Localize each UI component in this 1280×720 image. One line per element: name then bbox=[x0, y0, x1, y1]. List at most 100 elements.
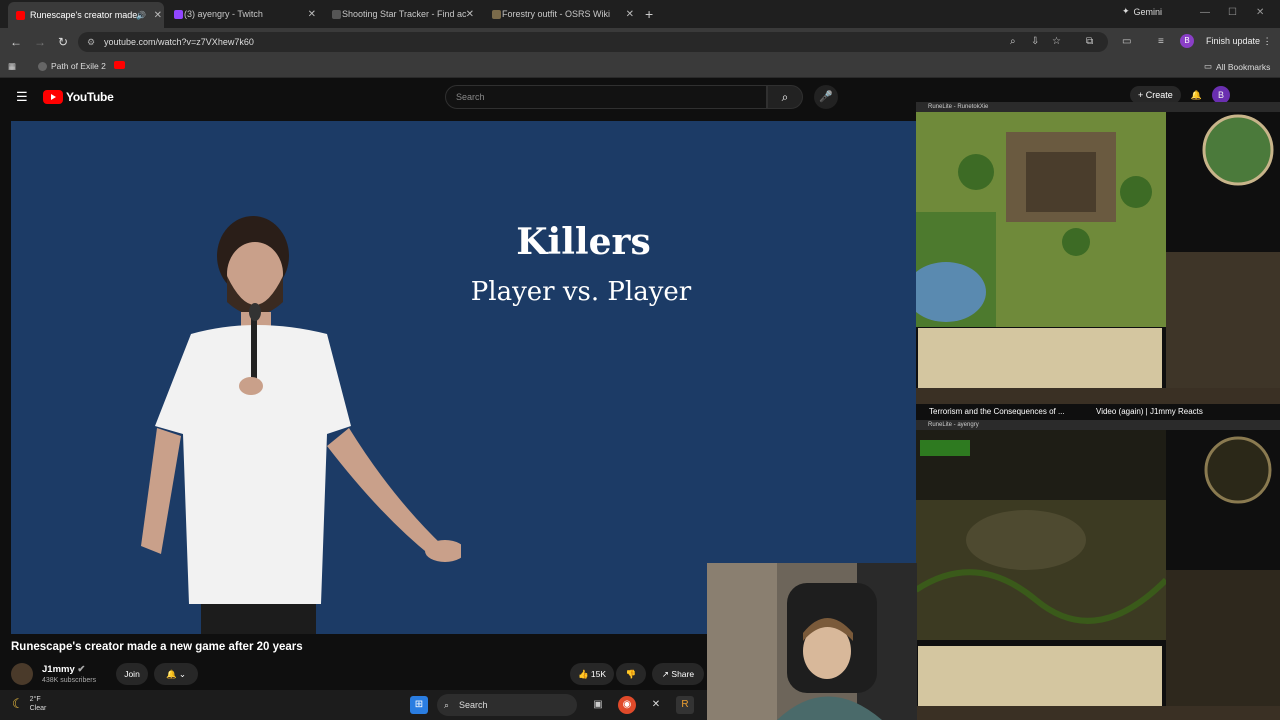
wiki-favicon-icon bbox=[492, 9, 501, 19]
close-tab-icon[interactable]: ✕ bbox=[154, 10, 162, 21]
notifications-icon[interactable]: 🔔 bbox=[1191, 90, 1202, 101]
bottom-stream-titlebar: RuneLite - ayengry bbox=[916, 420, 1280, 430]
browser-tab-bar: Runescape's creator made 🔊 ✕ (3) ayengry… bbox=[0, 0, 1280, 28]
media-icon[interactable]: ≡ bbox=[1158, 36, 1164, 47]
zoom-icon[interactable]: ⌕ bbox=[1010, 36, 1016, 47]
app-icon[interactable]: ✕ bbox=[647, 696, 665, 714]
like-button[interactable]: 👍 15K bbox=[570, 663, 614, 685]
tab-label: Shooting Star Tracker - Find ac bbox=[342, 9, 467, 19]
tab-osrs-wiki[interactable]: Forestry outfit - OSRS Wiki ✕ bbox=[488, 4, 636, 24]
close-tab-icon[interactable]: ✕ bbox=[626, 9, 634, 20]
all-bookmarks-label: All Bookmarks bbox=[1216, 61, 1271, 72]
tab-shooting-star[interactable]: Shooting Star Tracker - Find ac ✕ bbox=[328, 4, 476, 24]
menu-icon[interactable]: ☰ bbox=[16, 90, 28, 103]
dislike-button[interactable]: 👎 bbox=[616, 663, 646, 685]
more-icon[interactable]: ⋮ bbox=[1263, 36, 1272, 46]
new-tab-icon[interactable]: + bbox=[645, 6, 653, 22]
stream-tile-right[interactable]: Video (again) | J1mmy Reacts bbox=[1096, 407, 1203, 416]
taskbar-search[interactable]: ⌕ Search bbox=[437, 694, 577, 716]
bell-icon: 🔔 bbox=[165, 669, 177, 679]
weather-widget[interactable]: ☾ 2°F Clear bbox=[12, 695, 46, 713]
channel-avatar[interactable] bbox=[11, 663, 33, 685]
runelite-icon[interactable]: R bbox=[676, 696, 694, 714]
youtube-favicon-icon bbox=[16, 10, 25, 20]
finish-update-button[interactable]: Finish update ⋮ bbox=[1206, 36, 1272, 47]
search-button[interactable]: ⌕ bbox=[767, 85, 803, 109]
gemini-icon: ✦ bbox=[1122, 6, 1130, 16]
minimize-icon[interactable]: — bbox=[1200, 7, 1210, 18]
shooting-star-favicon-icon bbox=[332, 9, 341, 19]
stream-tile-left[interactable]: Terrorism and the Consequences of ... bbox=[929, 407, 1065, 416]
weather-condition: Clear bbox=[29, 705, 47, 712]
share-label: Share bbox=[671, 669, 695, 679]
bottom-game-view bbox=[916, 430, 1280, 720]
share-button[interactable]: ↗ Share bbox=[652, 663, 704, 685]
tab-twitch[interactable]: (3) ayengry - Twitch ✕ bbox=[170, 4, 318, 24]
voice-search-icon[interactable]: 🎤 bbox=[814, 85, 838, 109]
site-info-icon[interactable]: ⚙ bbox=[87, 32, 95, 52]
thumbs-up-icon: 👍 bbox=[577, 669, 589, 679]
tab-youtube[interactable]: Runescape's creator made 🔊 ✕ bbox=[8, 2, 164, 28]
taskbar-search-label: Search bbox=[459, 700, 488, 710]
video-title: Runescape's creator made a new game afte… bbox=[11, 641, 303, 653]
windows-start-icon[interactable]: ⊞ bbox=[410, 696, 428, 714]
bookmarks-bar: ▦ Path of Exile 2 ▭ All Bookmarks bbox=[0, 56, 1280, 78]
top-game-stream[interactable]: RuneLite - RunetokXie bbox=[916, 102, 1280, 404]
share-icon: ↗ bbox=[661, 669, 670, 679]
tab-label: Forestry outfit - OSRS Wiki bbox=[502, 9, 611, 19]
youtube-bookmark-icon[interactable] bbox=[114, 61, 125, 69]
chrome-icon[interactable]: ◉ bbox=[618, 696, 636, 714]
browser-toolbar: ← → ↻ ⚙ youtube.com/watch?v=z7VXhew7k60 … bbox=[0, 28, 1280, 56]
poe-favicon-icon bbox=[38, 61, 47, 71]
subscriber-count: 438K subscribers bbox=[42, 677, 97, 684]
profile-avatar[interactable]: B bbox=[1180, 34, 1194, 48]
youtube-logo[interactable]: YouTube bbox=[43, 90, 114, 104]
forward-icon[interactable]: → bbox=[34, 35, 46, 49]
like-count: 15K bbox=[590, 669, 607, 679]
close-tab-icon[interactable]: ✕ bbox=[466, 9, 474, 20]
stream-tiles-labels: Terrorism and the Consequences of ... Vi… bbox=[916, 404, 1280, 420]
star-icon[interactable]: ☆ bbox=[1052, 36, 1061, 47]
bottom-game-stream[interactable]: RuneLite - ayengry bbox=[916, 420, 1280, 720]
channel-name[interactable]: J1mmy ✔ bbox=[42, 664, 85, 675]
top-stream-titlebar: RuneLite - RunetokXie bbox=[916, 102, 1280, 112]
slide-subtitle: Player vs. Player bbox=[470, 277, 692, 307]
all-bookmarks[interactable]: ▭ All Bookmarks bbox=[1204, 61, 1270, 72]
reload-icon[interactable]: ↻ bbox=[58, 35, 68, 49]
task-view-icon[interactable]: ▣ bbox=[589, 696, 607, 714]
search-icon: ⌕ bbox=[444, 700, 450, 710]
gemini-button[interactable]: ✦ Gemini bbox=[1122, 6, 1162, 17]
tab-label: (3) ayengry - Twitch bbox=[184, 9, 263, 19]
plus-icon: + bbox=[1138, 90, 1144, 100]
sidepanel-icon[interactable]: ▭ bbox=[1122, 36, 1131, 47]
thumbs-down-icon: 👎 bbox=[625, 669, 637, 679]
folder-icon: ▭ bbox=[1204, 61, 1213, 71]
bookmark-label: Path of Exile 2 bbox=[51, 61, 106, 71]
close-tab-icon[interactable]: ✕ bbox=[308, 9, 316, 20]
search-input[interactable]: Search bbox=[445, 85, 767, 109]
moon-icon: ☾ bbox=[12, 696, 24, 711]
install-icon[interactable]: ⇩ bbox=[1031, 36, 1039, 47]
verified-icon: ✔ bbox=[77, 664, 86, 675]
video-player[interactable]: Killers Player vs. Player bbox=[11, 121, 916, 634]
webcam-view bbox=[707, 563, 917, 720]
extensions-icon[interactable]: ⧉ bbox=[1086, 36, 1093, 47]
address-bar[interactable]: ⚙ youtube.com/watch?v=z7VXhew7k60 bbox=[78, 32, 1108, 52]
join-button[interactable]: Join bbox=[116, 663, 148, 685]
create-label: Create bbox=[1145, 90, 1173, 100]
finish-update-label: Finish update bbox=[1206, 36, 1261, 46]
bookmark-path-of-exile[interactable]: Path of Exile 2 bbox=[38, 61, 106, 71]
chevron-down-icon: ⌄ bbox=[178, 669, 187, 679]
maximize-icon[interactable]: ☐ bbox=[1228, 7, 1237, 18]
twitch-favicon-icon bbox=[174, 9, 183, 19]
temperature: 2°F bbox=[29, 696, 41, 703]
speaker-icon[interactable]: 🔊 bbox=[136, 11, 146, 20]
close-window-icon[interactable]: ✕ bbox=[1256, 7, 1264, 18]
url-text: youtube.com/watch?v=z7VXhew7k60 bbox=[104, 37, 254, 47]
windows-taskbar: ☾ 2°F Clear ⊞ ⌕ Search ▣ ◉ ✕ R bbox=[0, 690, 707, 720]
subscribed-button[interactable]: 🔔 ⌄ bbox=[154, 663, 198, 685]
youtube-play-icon bbox=[43, 90, 63, 104]
back-icon[interactable]: ← bbox=[10, 35, 22, 49]
apps-icon[interactable]: ▦ bbox=[8, 61, 16, 72]
streamer-webcam bbox=[707, 563, 917, 720]
